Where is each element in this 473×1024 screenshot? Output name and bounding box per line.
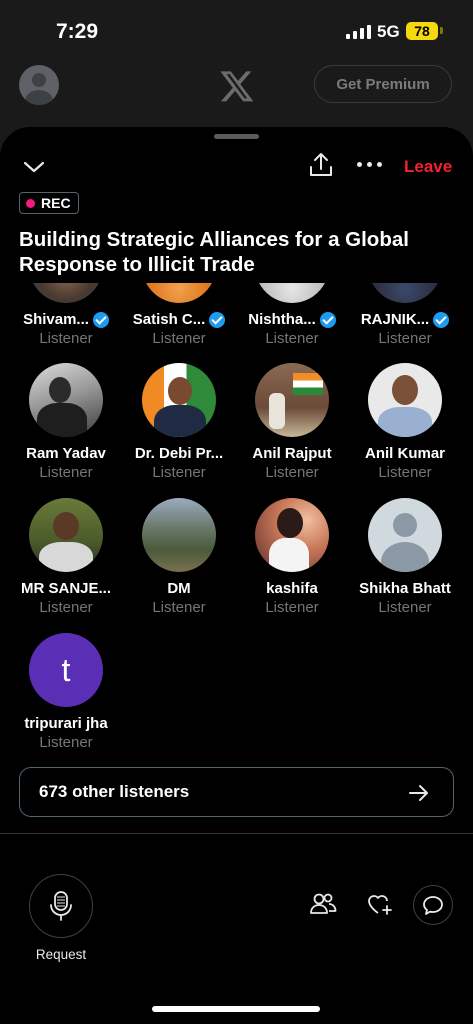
avatar bbox=[255, 498, 329, 572]
participant[interactable]: Dr. Debi Pr... Listener bbox=[123, 363, 235, 481]
space-sheet: Leave REC Building Strategic Alliances f… bbox=[0, 127, 473, 1024]
participant-role: Listener bbox=[265, 330, 319, 347]
participant[interactable]: RAJNIK... Listener bbox=[349, 283, 461, 347]
avatar bbox=[29, 363, 103, 437]
status-bar: 7:29 5G 78 bbox=[0, 0, 473, 58]
status-time: 7:29 bbox=[56, 20, 99, 43]
other-listeners-label: 673 other listeners bbox=[39, 782, 190, 801]
participant-grid: Shivam... Listener Satish C... Listener … bbox=[0, 283, 473, 763]
heart-plus-icon[interactable] bbox=[364, 889, 394, 919]
people-icon[interactable] bbox=[308, 889, 338, 919]
get-premium-button[interactable]: Get Premium bbox=[314, 65, 452, 103]
participant[interactable]: Anil Kumar Listener bbox=[349, 363, 461, 481]
arrow-right-icon bbox=[409, 785, 428, 801]
participant-name: Satish C... bbox=[132, 311, 206, 328]
participant-role: Listener bbox=[39, 734, 93, 751]
space-title: Building Strategic Alliances for a Globa… bbox=[19, 228, 409, 276]
participant-name: Anil Rajput bbox=[252, 445, 332, 462]
divider bbox=[0, 833, 473, 834]
rec-dot-icon bbox=[26, 198, 35, 208]
participant-name: Shivam... bbox=[23, 311, 89, 328]
participant[interactable]: kashifa Listener bbox=[236, 498, 348, 616]
home-indicator[interactable] bbox=[152, 1006, 320, 1012]
participant-role: Listener bbox=[378, 599, 432, 616]
participant-role: Listener bbox=[39, 464, 93, 481]
request-label: Request bbox=[35, 947, 87, 962]
comment-icon bbox=[423, 896, 443, 915]
participant-name: tripurari jha bbox=[24, 715, 108, 732]
participant[interactable]: Shikha Bhatt Listener bbox=[349, 498, 461, 616]
sheet-grabber[interactable] bbox=[214, 134, 259, 139]
participant-role: Listener bbox=[152, 330, 206, 347]
participant[interactable]: DM Listener bbox=[123, 498, 235, 616]
comment-button[interactable] bbox=[413, 885, 453, 925]
chevron-down-icon[interactable] bbox=[22, 155, 46, 179]
request-mic-button[interactable] bbox=[29, 874, 93, 938]
network-label: 5G bbox=[377, 22, 400, 41]
participant-name: Shikha Bhatt bbox=[359, 580, 451, 597]
avatar bbox=[368, 283, 442, 303]
participant[interactable]: Anil Rajput Listener bbox=[236, 363, 348, 481]
participant-role: Listener bbox=[152, 464, 206, 481]
avatar bbox=[29, 498, 103, 572]
participant[interactable]: Satish C... Listener bbox=[123, 283, 235, 347]
recording-badge: REC bbox=[19, 192, 79, 214]
other-listeners-button[interactable]: 673 other listeners bbox=[19, 767, 454, 817]
more-options-icon[interactable] bbox=[357, 162, 383, 170]
profile-avatar[interactable] bbox=[19, 65, 59, 105]
participant[interactable]: t tripurari jha Listener bbox=[10, 633, 122, 751]
participant-role: Listener bbox=[265, 464, 319, 481]
participant-role: Listener bbox=[152, 599, 206, 616]
verified-badge-icon bbox=[92, 311, 109, 328]
microphone-icon bbox=[50, 891, 72, 921]
participant-name: Nishtha... bbox=[248, 311, 316, 328]
participant[interactable]: Nishtha... Listener bbox=[236, 283, 348, 347]
participant[interactable]: MR SANJE... Listener bbox=[10, 498, 122, 616]
participant-name: Ram Yadav bbox=[26, 445, 106, 462]
participant-role: Listener bbox=[378, 464, 432, 481]
participant-role: Listener bbox=[378, 330, 432, 347]
avatar bbox=[142, 498, 216, 572]
participant-name: MR SANJE... bbox=[20, 580, 111, 597]
avatar bbox=[142, 363, 216, 437]
avatar bbox=[255, 363, 329, 437]
signal-icon bbox=[346, 25, 372, 39]
participant-name: DM bbox=[167, 580, 191, 597]
participant-name: RAJNIK... bbox=[360, 311, 430, 328]
participant[interactable]: Shivam... Listener bbox=[10, 283, 122, 347]
verified-badge-icon bbox=[209, 311, 226, 328]
avatar-initial: t bbox=[61, 651, 71, 688]
avatar bbox=[255, 283, 329, 303]
avatar bbox=[29, 283, 103, 303]
participant[interactable]: Ram Yadav Listener bbox=[10, 363, 122, 481]
participant-role: Listener bbox=[265, 599, 319, 616]
share-icon[interactable] bbox=[307, 151, 335, 179]
participant-name: Anil Kumar bbox=[364, 445, 445, 462]
x-logo-icon bbox=[220, 71, 254, 102]
verified-badge-icon bbox=[433, 311, 450, 328]
avatar: t bbox=[29, 633, 103, 707]
rec-label: REC bbox=[41, 195, 71, 211]
avatar bbox=[368, 363, 442, 437]
avatar bbox=[142, 283, 216, 303]
battery-icon: 78 bbox=[406, 22, 438, 40]
verified-badge-icon bbox=[319, 311, 336, 328]
battery-nub bbox=[440, 27, 443, 34]
app-header: Get Premium bbox=[0, 58, 473, 118]
participant-name: kashifa bbox=[266, 580, 318, 597]
participant-name: Dr. Debi Pr... bbox=[134, 445, 224, 462]
avatar bbox=[368, 498, 442, 572]
leave-button[interactable]: Leave bbox=[404, 157, 452, 177]
participant-role: Listener bbox=[39, 599, 93, 616]
participant-role: Listener bbox=[39, 330, 93, 347]
